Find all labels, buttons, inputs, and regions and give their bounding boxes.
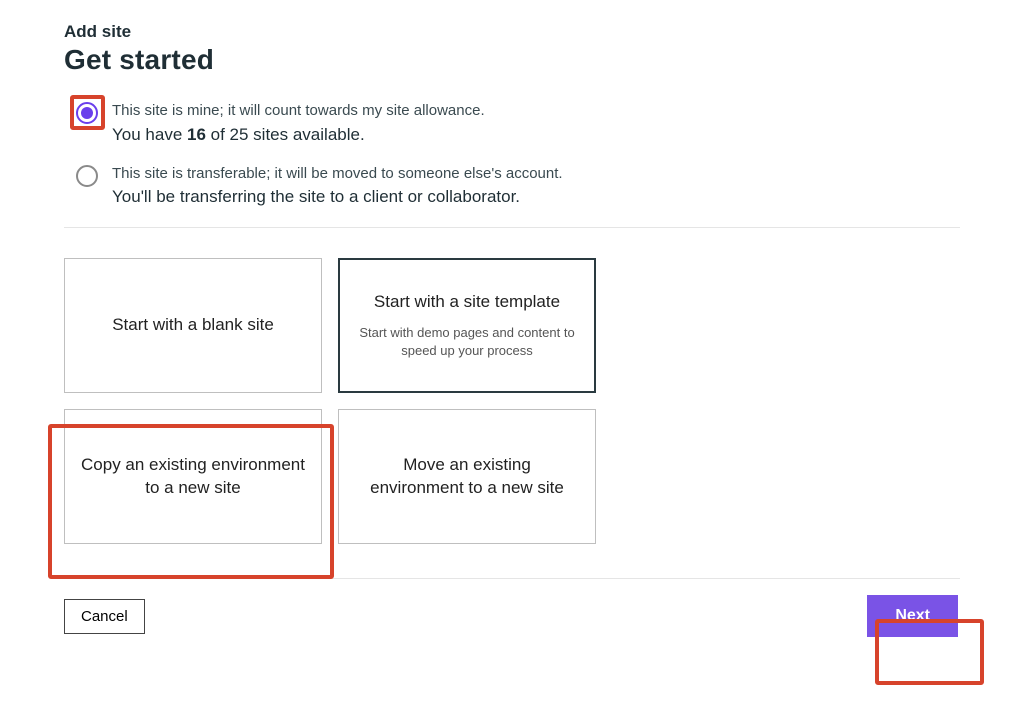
next-button[interactable]: Next [867,595,958,637]
sites-available-pre: You have [112,125,187,144]
option-site-template[interactable]: Start with a site template Start with de… [338,258,596,393]
pre-title: Add site [64,22,960,42]
option-site-template-title: Start with a site template [374,291,560,314]
option-copy-environment[interactable]: Copy an existing environment to a new si… [64,409,322,544]
ownership-option-transferable-secondary: You'll be transferring the site to a cli… [112,187,563,207]
sites-available-count: 16 [187,125,206,144]
ownership-option-transferable[interactable]: This site is transferable; it will be mo… [76,163,960,208]
ownership-option-transferable-primary: This site is transferable; it will be mo… [112,163,563,186]
ownership-option-mine-secondary: You have 16 of 25 sites available. [112,125,485,145]
cancel-button[interactable]: Cancel [64,599,145,634]
sites-available-post: of 25 sites available. [206,125,365,144]
ownership-option-mine-text: This site is mine; it will count towards… [112,100,485,145]
wizard-footer: Cancel Next [64,595,960,637]
option-move-environment-title: Move an existing environment to a new si… [355,454,579,500]
radio-icon[interactable] [76,102,98,124]
divider [64,227,960,228]
option-blank-site-title: Start with a blank site [112,314,274,337]
option-copy-environment-title: Copy an existing environment to a new si… [81,454,305,500]
add-site-wizard: Add site Get started This site is mine; … [0,0,1024,637]
option-site-template-subtitle: Start with demo pages and content to spe… [356,324,578,359]
option-move-environment[interactable]: Move an existing environment to a new si… [338,409,596,544]
ownership-option-mine-primary: This site is mine; it will count towards… [112,100,485,123]
radio-icon[interactable] [76,165,98,187]
ownership-option-mine[interactable]: This site is mine; it will count towards… [76,100,960,145]
ownership-radio-group: This site is mine; it will count towards… [76,100,960,207]
ownership-option-transferable-text: This site is transferable; it will be mo… [112,163,563,208]
start-options-grid: Start with a blank site Start with a sit… [64,258,960,544]
divider [64,578,960,579]
page-title: Get started [64,44,960,76]
option-blank-site[interactable]: Start with a blank site [64,258,322,393]
